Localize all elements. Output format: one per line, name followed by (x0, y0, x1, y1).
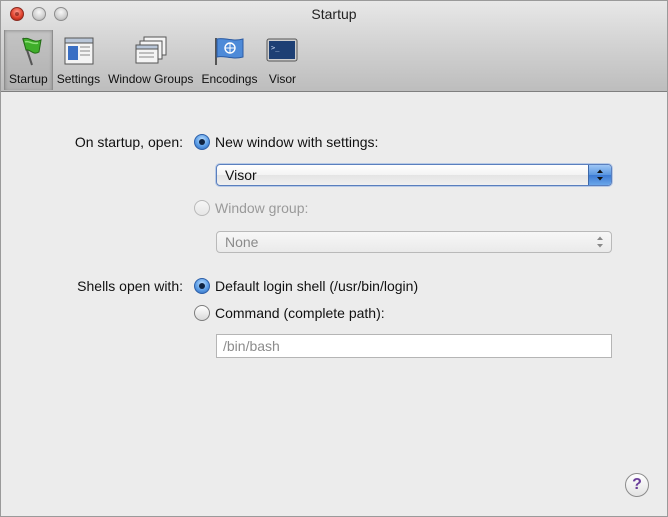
command-path-placeholder: /bin/bash (223, 338, 280, 354)
toolbar-item-visor[interactable]: >_ Visor (261, 30, 303, 90)
toolbar-item-encodings[interactable]: Encodings (197, 30, 261, 90)
window-group-option[interactable]: Window group: (194, 200, 308, 216)
toolbar-item-settings[interactable]: Settings (53, 30, 104, 90)
popup-arrows-disabled-icon (589, 232, 611, 252)
toolbar-label-window-groups: Window Groups (108, 72, 194, 86)
un-flag-icon (215, 38, 244, 65)
default-shell-label: Default login shell (/usr/bin/login) (215, 278, 419, 294)
window-groups-icon (135, 36, 167, 64)
toolbar-item-startup[interactable]: Startup (4, 30, 53, 90)
svg-text:>_: >_ (271, 44, 280, 52)
help-glyph: ? (632, 476, 642, 493)
settings-popup[interactable]: Visor (216, 164, 612, 186)
toolbar-label-visor: Visor (268, 72, 297, 86)
command-path-field[interactable]: /bin/bash (216, 334, 612, 358)
shells-open-with-label: Shells open with: (77, 278, 183, 294)
command-option[interactable]: Command (complete path): (194, 305, 385, 321)
default-shell-option[interactable]: Default login shell (/usr/bin/login) (194, 278, 418, 294)
new-window-label: New window with settings: (215, 134, 379, 150)
new-window-radio[interactable] (194, 134, 210, 150)
popup-arrows-icon (588, 165, 611, 185)
settings-popup-value: Visor (225, 167, 257, 183)
window-group-popup-value: None (225, 234, 259, 250)
window-group-radio[interactable] (194, 200, 210, 216)
window-title: Startup (311, 6, 357, 22)
preferences-toolbar: Startup Settings Window Groups Encodings… (4, 28, 303, 90)
preferences-window: Startup Startup Settings Window Groups E… (0, 0, 668, 517)
terminal-screen-icon: >_ (266, 38, 298, 62)
window-group-label: Window group: (215, 200, 309, 216)
toolbar-item-window-groups[interactable]: Window Groups (104, 30, 197, 90)
command-radio[interactable] (194, 305, 210, 321)
toolbar-label-settings: Settings (56, 72, 101, 86)
toolbar-label-encodings: Encodings (201, 72, 258, 86)
toolbar-label-startup: Startup (9, 72, 48, 86)
new-window-option[interactable]: New window with settings: (194, 134, 378, 150)
green-flag-icon (22, 37, 42, 66)
command-label: Command (complete path): (215, 305, 385, 321)
default-shell-radio[interactable] (194, 278, 210, 294)
window-group-popup[interactable]: None (216, 231, 612, 253)
help-button[interactable]: ? (625, 473, 649, 497)
title-toolbar: Startup Startup Settings Window Groups E… (1, 1, 667, 92)
settings-window-icon (64, 37, 94, 65)
on-startup-label: On startup, open: (74, 134, 183, 150)
